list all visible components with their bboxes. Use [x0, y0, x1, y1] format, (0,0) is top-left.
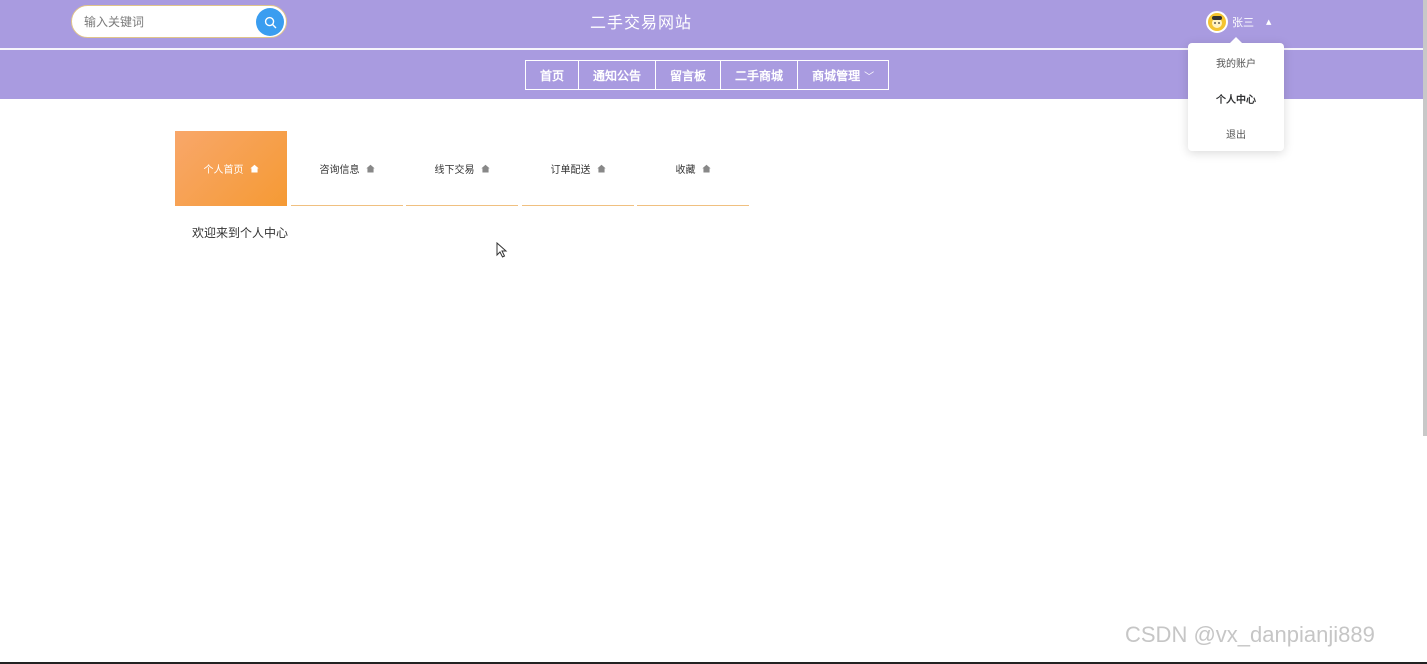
avatar-face-icon: [1212, 16, 1222, 28]
main-nav: 首页 通知公告 留言板 二手商城 商城管理 ﹀: [525, 60, 890, 90]
tab-label: 订单配送: [550, 164, 591, 176]
user-menu-trigger[interactable]: 张三 ▲: [1206, 10, 1271, 34]
user-name[interactable]: 张三: [1232, 14, 1254, 30]
nav-label: 留言板: [670, 68, 707, 83]
dropdown-item-my-account[interactable]: 我的账户: [1188, 55, 1284, 70]
tab-label: 个人首页: [203, 165, 244, 176]
nav-label: 二手商城: [735, 68, 784, 83]
nav-item-home[interactable]: 首页: [525, 60, 580, 90]
nav-item-notices[interactable]: 通知公告: [578, 60, 657, 90]
page: 二手交易网站 张三 ▲ 我的账户 个人中心 退出 首页 通知公告 留言板 二手商…: [0, 0, 1427, 664]
tab-offline-trade[interactable]: 线下交易: [406, 131, 518, 206]
user-dropdown-menu: 我的账户 个人中心 退出: [1188, 37, 1284, 151]
tab-order-delivery[interactable]: 订单配送: [522, 131, 634, 206]
mouse-cursor-icon: [496, 242, 508, 258]
dropdown-item-personal-center[interactable]: 个人中心: [1188, 91, 1284, 106]
home-icon: [596, 164, 606, 173]
nav-item-message-board[interactable]: 留言板: [655, 60, 722, 90]
site-title: 二手交易网站: [589, 13, 692, 32]
page-scrollbar[interactable]: [1423, 0, 1427, 436]
nav-item-second-hand-mall[interactable]: 二手商城: [720, 60, 799, 90]
avatar-icon[interactable]: [1206, 11, 1228, 33]
caret-up-icon[interactable]: ▲: [1266, 18, 1271, 26]
tab-label: 线下交易: [434, 164, 475, 176]
nav-label: 商城管理: [812, 68, 861, 83]
nav-label: 通知公告: [593, 68, 642, 83]
nav-label: 首页: [540, 68, 565, 83]
tab-label: 收藏: [675, 164, 696, 176]
nav-item-mall-management[interactable]: 商城管理 ﹀: [797, 60, 890, 90]
tab-favorites[interactable]: 收藏: [637, 131, 749, 206]
tab-consult-info[interactable]: 咨询信息: [291, 131, 403, 206]
home-icon: [365, 164, 375, 173]
welcome-message: 欢迎来到个人中心: [192, 226, 289, 240]
home-icon: [701, 164, 711, 173]
tab-label: 咨询信息: [319, 164, 360, 176]
tab-personal-home[interactable]: 个人首页: [175, 131, 287, 206]
watermark: CSDN @vx_danpianji889: [1125, 622, 1375, 647]
chevron-down-icon: ﹀: [864, 71, 875, 83]
dropdown-item-logout[interactable]: 退出: [1188, 126, 1284, 141]
home-icon: [249, 164, 259, 173]
home-icon: [480, 164, 490, 173]
